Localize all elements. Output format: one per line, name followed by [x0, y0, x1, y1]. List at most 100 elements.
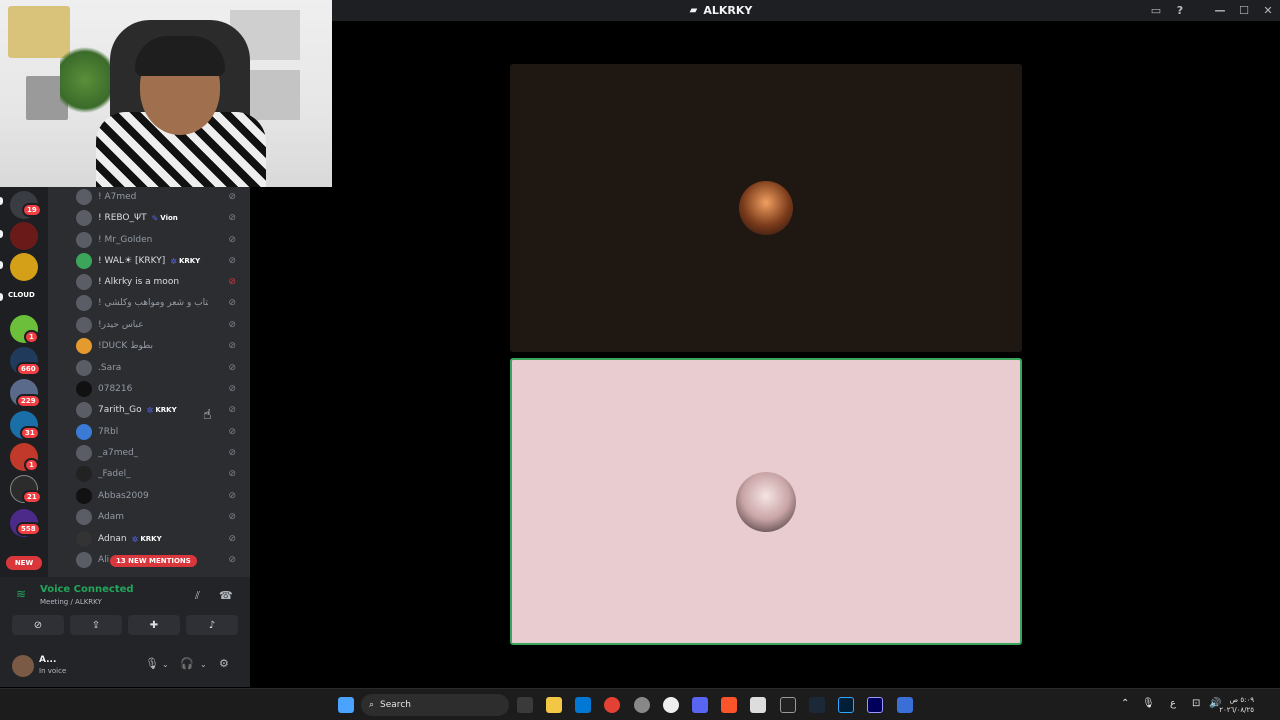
member-name: Adnan — [98, 534, 127, 544]
member-name: Ali — [98, 555, 110, 565]
brave-icon[interactable] — [721, 697, 737, 713]
minimize-icon[interactable]: — — [1208, 4, 1232, 17]
server-indicator — [0, 261, 3, 269]
inbox-icon[interactable]: ▭ — [1144, 4, 1168, 17]
member-avatar — [76, 360, 92, 376]
task-view-icon[interactable] — [517, 697, 533, 713]
member-name: ! WAL☀ [KRKY] — [98, 256, 166, 266]
notepad-icon[interactable] — [750, 697, 766, 713]
app-logo-icon: ▰ — [689, 5, 698, 16]
noise-suppression-icon[interactable]: ⫽ — [195, 589, 200, 603]
premiere-icon[interactable] — [867, 697, 883, 713]
member-row[interactable]: .Sara ⊘ — [76, 358, 244, 378]
deafened-icon: ⊘ — [228, 405, 236, 415]
user-avatar[interactable] — [12, 655, 34, 677]
member-row[interactable]: Adnan ✲ KRKY ⊘ — [76, 529, 244, 549]
help-icon[interactable]: ? — [1168, 4, 1192, 17]
server-icon[interactable] — [10, 253, 38, 281]
soundboard-icon[interactable]: ♪ — [186, 615, 238, 635]
windows-start-icon[interactable] — [338, 697, 354, 713]
photoshop-icon[interactable] — [838, 697, 854, 713]
app-icon[interactable] — [897, 697, 913, 713]
member-avatar — [76, 509, 92, 525]
headphones-icon[interactable]: 🎧 — [180, 657, 194, 670]
server-icon[interactable] — [10, 222, 38, 250]
voice-status[interactable]: Voice Connected — [40, 584, 134, 595]
deafened-icon: ⊘ — [228, 469, 236, 479]
member-avatar — [76, 317, 92, 333]
capcut-icon[interactable] — [780, 697, 796, 713]
chevron-up-icon[interactable]: ⌃ — [1121, 698, 1129, 709]
file-explorer-icon[interactable] — [546, 697, 562, 713]
member-row[interactable]: ! WAL☀ [KRKY] ✲ KRKY ⊘ — [76, 251, 244, 271]
participant-tile-speaking[interactable] — [510, 358, 1022, 645]
mouse-cursor-icon: ☝ — [203, 407, 212, 423]
deafened-icon: ⊘ — [228, 363, 236, 373]
server-indicator — [0, 197, 3, 205]
deafened-icon: ⊘ — [228, 491, 236, 501]
unread-badge: 1 — [24, 330, 39, 344]
member-name: Adam — [98, 512, 124, 522]
steam-icon[interactable] — [809, 697, 825, 713]
member-name: ! عدي عتاب و شعر ومواهب وكلشي — [98, 298, 208, 308]
member-row[interactable]: ! Alkrky is a moon ⊘ — [76, 272, 244, 292]
chevron-down-icon[interactable]: ⌄ — [200, 660, 207, 669]
taskbar-clock[interactable]: ٥:٠٩ ص ٢٠٢٦/٠٨/٢٥ — [1219, 695, 1254, 715]
language-indicator[interactable]: ع — [1170, 698, 1176, 709]
microphone-tray-icon[interactable]: 🎙 — [1142, 698, 1155, 709]
deafened-icon: ⊘ — [228, 534, 236, 544]
discord-icon[interactable] — [692, 697, 708, 713]
deafened-icon: ⊘ — [228, 555, 236, 565]
member-row[interactable]: 7Rbl ⊘ — [76, 422, 244, 442]
webcam-overlay — [0, 0, 332, 187]
deafened-icon: ⊘ — [228, 256, 236, 266]
member-row[interactable]: Abbas2009 ⊘ — [76, 486, 244, 506]
signal-strength-icon[interactable]: ≋ — [16, 587, 26, 601]
settings-gear-icon[interactable]: ⚙ — [219, 657, 229, 670]
new-servers-pill[interactable]: NEW — [6, 556, 42, 570]
new-mentions-pill[interactable]: 13 NEW MENTIONS — [110, 555, 197, 567]
member-row[interactable]: 078216 ⊘ — [76, 379, 244, 399]
member-avatar — [76, 295, 92, 311]
network-icon[interactable]: ⊡ — [1192, 698, 1200, 709]
member-row[interactable]: ! A7med ⊘ — [76, 187, 244, 207]
server-label-cloud[interactable]: CLOUD — [8, 291, 35, 299]
member-avatar — [76, 466, 92, 482]
member-row[interactable]: ! عدي عتاب و شعر ومواهب وكلشي ⊘ — [76, 293, 244, 313]
member-avatar — [76, 402, 92, 418]
screen-share-icon[interactable]: ⇪ — [70, 615, 122, 635]
camera-off-icon[interactable]: ⊘ — [12, 615, 64, 635]
activities-icon[interactable]: ✚ — [128, 615, 180, 635]
deafened-icon: ⊘ — [228, 192, 236, 202]
search-icon: ⌕ — [369, 700, 375, 710]
member-row[interactable]: _a7med_ ⊘ — [76, 443, 244, 463]
taskbar-search[interactable]: ⌕ Search — [361, 694, 509, 716]
voice-channel-path[interactable]: Meeting / ALKRKY — [40, 598, 102, 606]
member-row[interactable]: ! REBO_ΨT ✎ Vion ⊘ — [76, 208, 244, 228]
app-icon[interactable] — [634, 697, 650, 713]
member-name: _a7med_ — [98, 448, 139, 458]
chrome-icon[interactable] — [604, 697, 620, 713]
member-row[interactable]: !عباس حيدر ⊘ — [76, 315, 244, 335]
deafened-icon: ⊘ — [228, 341, 236, 351]
member-row[interactable]: 7arith_Go ✲ KRKY ⊘ — [76, 400, 244, 420]
member-row[interactable]: ! Mr_Golden ⊘ — [76, 230, 244, 250]
disconnect-icon[interactable]: ☎ — [219, 589, 233, 602]
unread-badge: 31 — [20, 426, 40, 440]
participant-tile[interactable] — [510, 64, 1022, 352]
unread-badge: 19 — [22, 203, 42, 217]
member-row[interactable]: !DUCK بطوط ⊘ — [76, 336, 244, 356]
plant — [60, 40, 110, 120]
maximize-icon[interactable]: ☐ — [1232, 4, 1256, 17]
member-name: !عباس حيدر — [98, 320, 144, 330]
member-row[interactable]: Adam ⊘ — [76, 507, 244, 527]
steam-client-icon[interactable] — [663, 697, 679, 713]
microphone-icon[interactable]: 🎙 — [145, 657, 159, 670]
member-name: _Fadel_ — [98, 469, 131, 479]
close-icon[interactable]: ✕ — [1256, 4, 1280, 17]
username[interactable]: A... — [39, 655, 56, 665]
chevron-down-icon[interactable]: ⌄ — [162, 660, 169, 669]
member-row[interactable]: _Fadel_ ⊘ — [76, 464, 244, 484]
store-icon[interactable] — [575, 697, 591, 713]
clock-time: ٥:٠٩ ص — [1229, 696, 1254, 704]
